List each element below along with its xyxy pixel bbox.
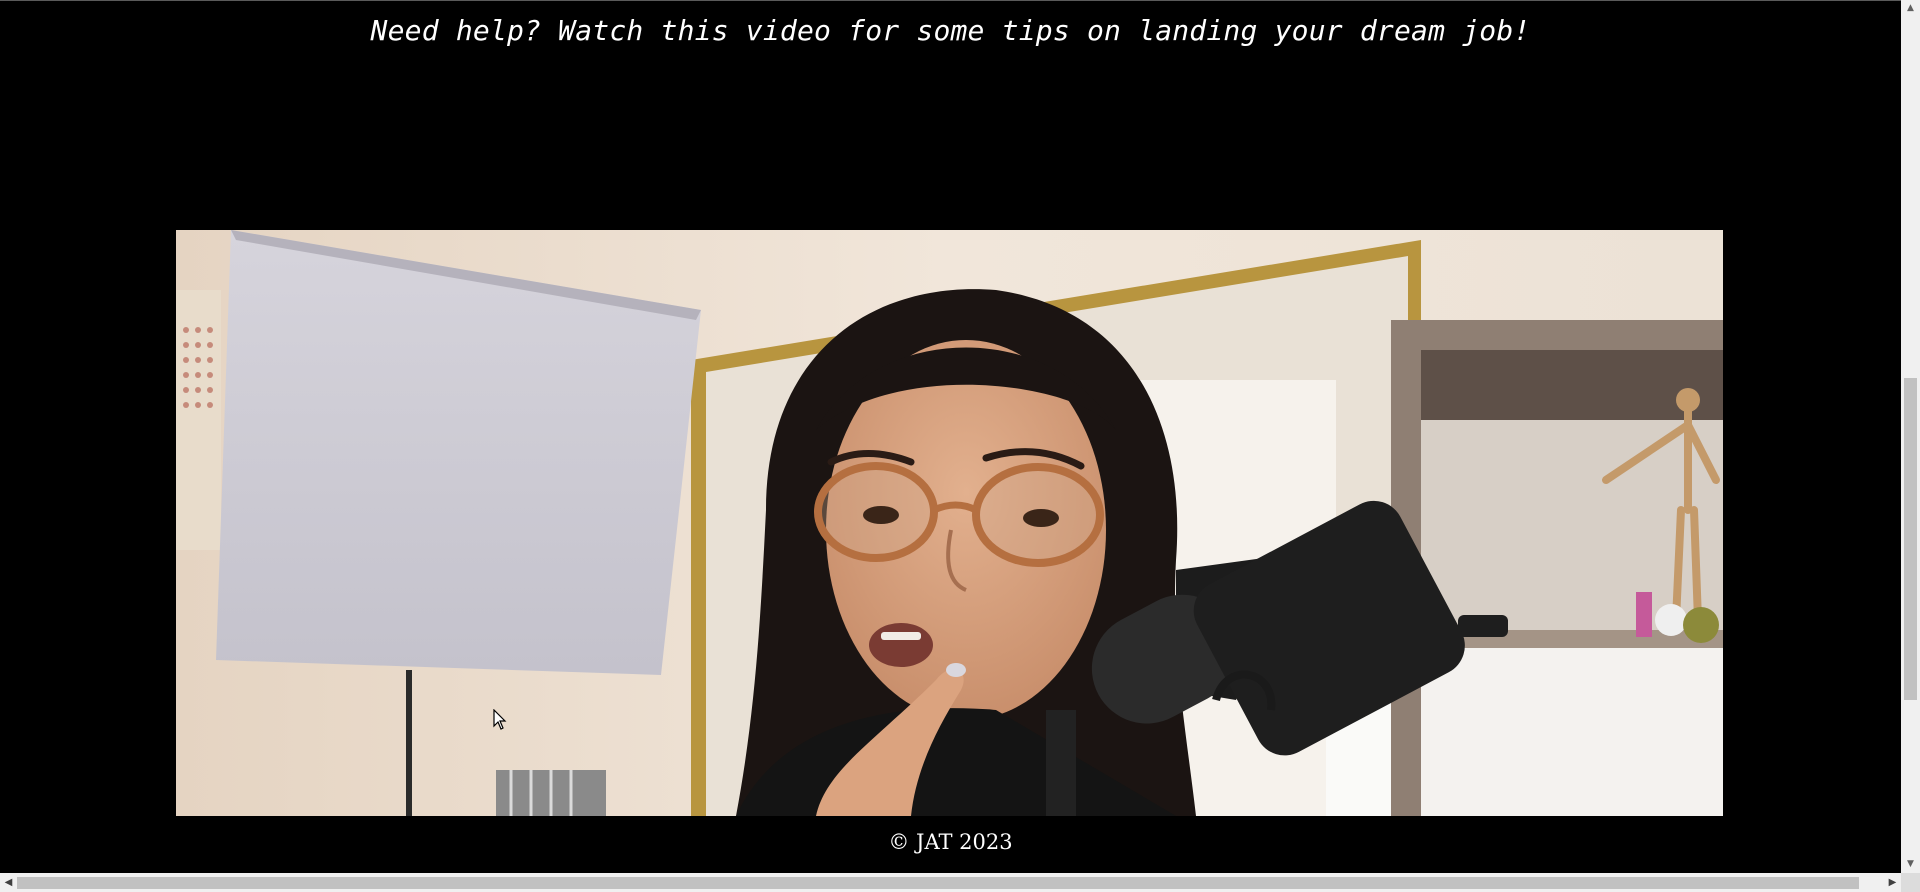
- top-border: [0, 0, 1901, 1]
- horizontal-scrollbar[interactable]: ◀ ▶: [0, 873, 1901, 892]
- scroll-up-arrow-icon[interactable]: ▲: [1901, 0, 1920, 17]
- vertical-scrollbar[interactable]: ▲ ▼: [1901, 0, 1920, 873]
- video-frame: [176, 230, 1723, 816]
- scroll-right-arrow-icon[interactable]: ▶: [1884, 873, 1901, 892]
- footer-copyright: © JAT 2023: [888, 830, 1013, 854]
- vertical-scroll-thumb[interactable]: [1904, 378, 1917, 700]
- scroll-down-arrow-icon[interactable]: ▼: [1901, 856, 1920, 873]
- mouse-cursor-icon: [493, 708, 507, 736]
- page-heading: Need help? Watch this video for some tip…: [370, 14, 1531, 47]
- page-viewport: Need help? Watch this video for some tip…: [0, 0, 1901, 873]
- scroll-left-arrow-icon[interactable]: ◀: [0, 873, 17, 892]
- horizontal-scroll-thumb[interactable]: [17, 877, 1859, 889]
- scrollbar-corner: [1901, 873, 1920, 892]
- embedded-video-player[interactable]: [176, 230, 1723, 816]
